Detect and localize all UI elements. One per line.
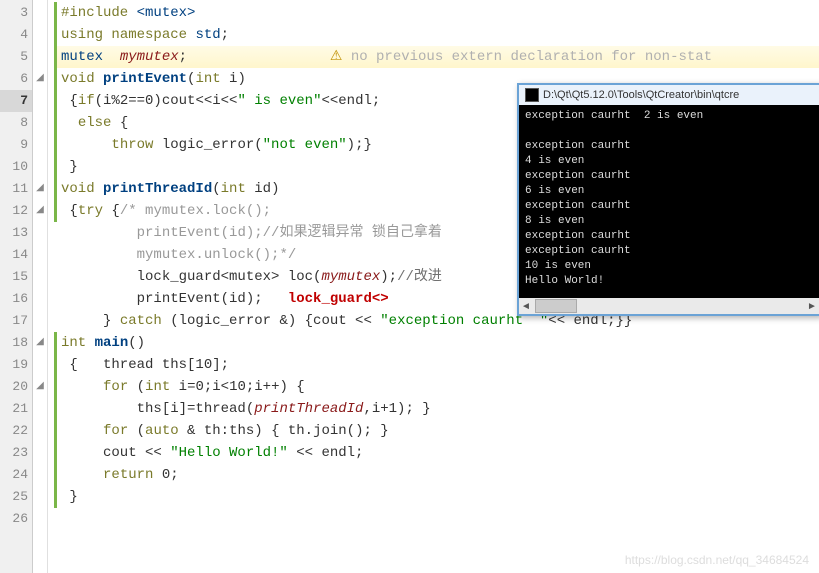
line-number: 16: [0, 288, 32, 310]
line-number: 15: [0, 266, 32, 288]
line-number: 22: [0, 420, 32, 442]
code-line[interactable]: cout << "Hello World!" << endl;: [54, 442, 819, 464]
code-line[interactable]: [54, 508, 819, 530]
code-line[interactable]: }: [54, 486, 819, 508]
fold-marker: [33, 90, 47, 112]
console-scrollbar[interactable]: ◄ ►: [519, 298, 819, 314]
line-number: 24: [0, 464, 32, 486]
code-line[interactable]: #include <mutex>: [54, 2, 819, 24]
line-number: 17: [0, 310, 32, 332]
fold-marker: [33, 244, 47, 266]
code-line[interactable]: for (auto & th:ths) { th.join(); }: [54, 420, 819, 442]
fold-marker: [33, 420, 47, 442]
line-number: 12: [0, 200, 32, 222]
code-line[interactable]: return 0;: [54, 464, 819, 486]
fold-marker: [33, 288, 47, 310]
line-number: 7: [0, 90, 32, 112]
console-titlebar[interactable]: D:\Qt\Qt5.12.0\Tools\QtCreator\bin\qtcre: [519, 85, 819, 105]
fold-marker: [33, 24, 47, 46]
line-number: 4: [0, 24, 32, 46]
fold-marker[interactable]: ◢: [33, 200, 47, 222]
fold-marker[interactable]: ◢: [33, 178, 47, 200]
line-number: 19: [0, 354, 32, 376]
line-number: 23: [0, 442, 32, 464]
fold-marker[interactable]: ◢: [33, 68, 47, 90]
scroll-thumb[interactable]: [535, 299, 577, 313]
fold-marker: [33, 354, 47, 376]
fold-marker: [33, 134, 47, 156]
line-number: 21: [0, 398, 32, 420]
console-icon: [525, 88, 539, 102]
line-number: 9: [0, 134, 32, 156]
fold-marker: [33, 486, 47, 508]
fold-marker: [33, 310, 47, 332]
code-line[interactable]: for (int i=0;i<10;i++) {: [54, 376, 819, 398]
line-number: 14: [0, 244, 32, 266]
console-window: D:\Qt\Qt5.12.0\Tools\QtCreator\bin\qtcre…: [517, 83, 819, 316]
fold-marker[interactable]: ◢: [33, 332, 47, 354]
line-number: 11: [0, 178, 32, 200]
scroll-right-icon[interactable]: ►: [805, 301, 819, 312]
fold-marker: [33, 46, 47, 68]
fold-marker: [33, 464, 47, 486]
code-line[interactable]: int main(): [54, 332, 819, 354]
code-line[interactable]: using namespace std;: [54, 24, 819, 46]
line-number: 20: [0, 376, 32, 398]
scroll-left-icon[interactable]: ◄: [519, 301, 533, 312]
line-number: 6: [0, 68, 32, 90]
line-number: 10: [0, 156, 32, 178]
fold-marker: [33, 156, 47, 178]
fold-marker: [33, 266, 47, 288]
fold-marker[interactable]: ◢: [33, 376, 47, 398]
line-gutter: 3456789101112131415161718192021222324252…: [0, 0, 33, 573]
code-line[interactable]: mutex mymutex; ⚠ no previous extern decl…: [54, 46, 819, 68]
line-number: 18: [0, 332, 32, 354]
fold-marker: [33, 398, 47, 420]
code-line[interactable]: { thread ths[10];: [54, 354, 819, 376]
code-line[interactable]: ths[i]=thread(printThreadId,i+1); }: [54, 398, 819, 420]
fold-marker: [33, 442, 47, 464]
line-number: 3: [0, 2, 32, 24]
fold-marker: [33, 508, 47, 530]
fold-column: ◢◢◢◢◢: [33, 0, 48, 573]
watermark: https://blog.csdn.net/qq_34684524: [625, 553, 809, 567]
line-number: 13: [0, 222, 32, 244]
line-number: 5: [0, 46, 32, 68]
line-number: 25: [0, 486, 32, 508]
fold-marker: [33, 112, 47, 134]
console-output[interactable]: exception caurht 2 is even exception cau…: [519, 105, 819, 298]
line-number: 26: [0, 508, 32, 530]
console-title-text: D:\Qt\Qt5.12.0\Tools\QtCreator\bin\qtcre: [543, 85, 739, 105]
fold-marker: [33, 222, 47, 244]
fold-marker: [33, 2, 47, 24]
line-number: 8: [0, 112, 32, 134]
